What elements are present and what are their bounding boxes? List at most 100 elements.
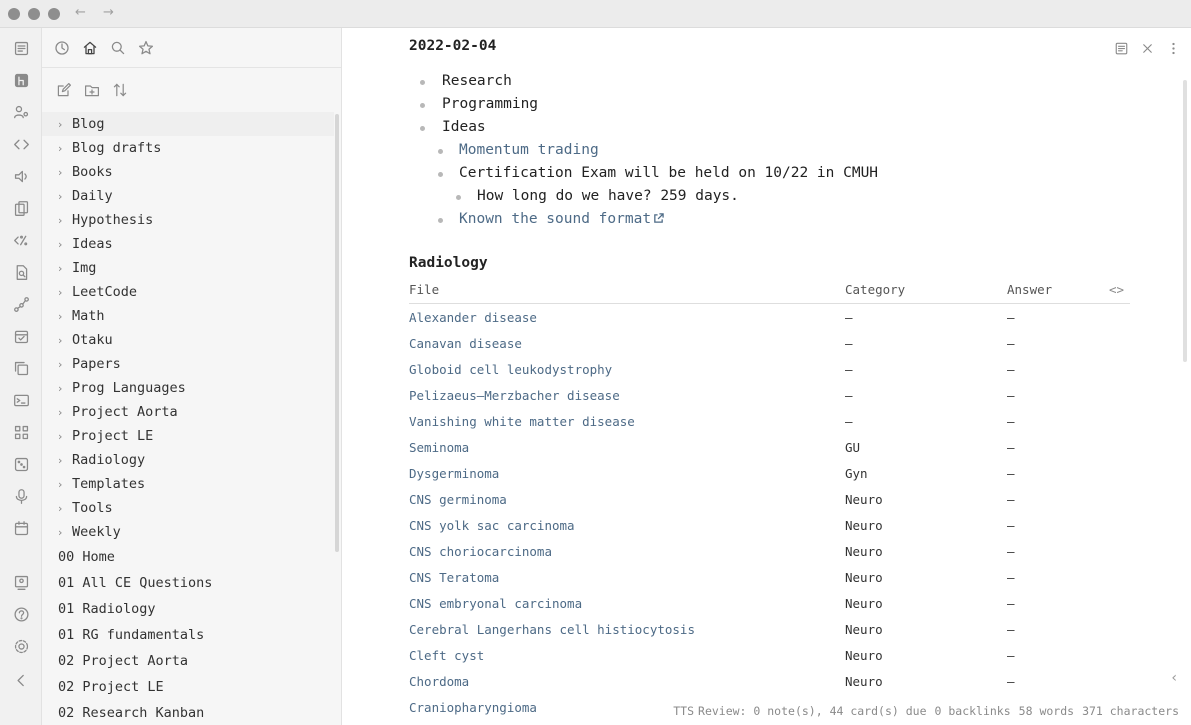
close-icon[interactable] xyxy=(1139,40,1155,56)
folder-item[interactable]: › Img xyxy=(42,256,334,280)
table-cell-file[interactable]: CNS Teratoma xyxy=(409,570,499,585)
hub-icon[interactable] xyxy=(11,70,31,90)
tts-status[interactable]: TTS xyxy=(673,704,694,718)
percent-icon[interactable] xyxy=(11,230,31,250)
folder-item[interactable]: › Books xyxy=(42,160,334,184)
file-item[interactable]: 02 Research Kanban xyxy=(42,700,334,725)
folder-item[interactable]: › LeetCode xyxy=(42,280,334,304)
list-item[interactable]: Programming xyxy=(409,93,1169,116)
folder-item[interactable]: › Math xyxy=(42,304,334,328)
folder-item[interactable]: › Blog drafts xyxy=(42,136,334,160)
graph-person-icon[interactable] xyxy=(11,102,31,122)
table-cell-file[interactable]: CNS germinoma xyxy=(409,492,507,507)
folder-item[interactable]: › Ideas xyxy=(42,232,334,256)
review-status[interactable]: Review: 0 note(s), 44 card(s) due xyxy=(698,704,926,718)
home-icon[interactable] xyxy=(81,39,99,57)
folder-item[interactable]: › Daily xyxy=(42,184,334,208)
minimize-window-button[interactable] xyxy=(28,8,40,20)
back-button[interactable]: ← xyxy=(75,5,86,20)
table-row: Canavan disease – – xyxy=(409,330,1130,356)
table-cell-file[interactable]: Pelizaeus–Merzbacher disease xyxy=(409,388,620,403)
sort-icon[interactable] xyxy=(111,81,129,99)
list-item[interactable]: Research xyxy=(409,70,1169,93)
list-item[interactable]: Certification Exam will be held on 10/22… xyxy=(409,162,1169,185)
table-cell-file[interactable]: Chordoma xyxy=(409,674,469,689)
table-cell-file[interactable]: Seminoma xyxy=(409,440,469,455)
calendar-icon[interactable] xyxy=(11,518,31,538)
folder-item[interactable]: › Papers xyxy=(42,352,334,376)
table-cell-file[interactable]: CNS choriocarcinoma xyxy=(409,544,552,559)
folder-item[interactable]: › Project LE xyxy=(42,424,334,448)
speaker-icon[interactable] xyxy=(11,166,31,186)
backlinks-count[interactable]: 0 backlinks xyxy=(935,704,1011,718)
code-icon[interactable] xyxy=(11,134,31,154)
table-cell-file[interactable]: Alexander disease xyxy=(409,310,537,325)
terminal-icon[interactable] xyxy=(11,390,31,410)
recent-icon[interactable] xyxy=(53,39,71,57)
folder-item[interactable]: › Tools xyxy=(42,496,334,520)
list-item[interactable]: Ideas xyxy=(409,116,1169,139)
graph-icon[interactable] xyxy=(11,294,31,314)
folder-item[interactable]: › Hypothesis xyxy=(42,208,334,232)
table-cell-file[interactable]: CNS embryonal carcinoma xyxy=(409,596,582,611)
folder-item[interactable]: › Weekly xyxy=(42,520,334,544)
help-icon[interactable] xyxy=(11,604,31,624)
zoom-window-button[interactable] xyxy=(48,8,60,20)
folder-item[interactable]: › Blog xyxy=(42,112,334,136)
reading-view-icon[interactable] xyxy=(1113,40,1129,56)
folder-item[interactable]: › Templates xyxy=(42,472,334,496)
apps-icon[interactable] xyxy=(11,422,31,442)
table-cell-file[interactable]: Dysgerminoma xyxy=(409,466,499,481)
search-icon[interactable] xyxy=(109,39,127,57)
folder-item[interactable]: › Project Aorta xyxy=(42,400,334,424)
column-header-category[interactable]: Category xyxy=(845,282,905,297)
list-item[interactable]: How long do we have? 259 days. xyxy=(409,185,1169,208)
file-item[interactable]: 01 Radiology xyxy=(42,596,334,622)
editor-scrollbar[interactable] xyxy=(1183,80,1187,362)
edit-source-code-icon[interactable]: <> xyxy=(1109,282,1124,297)
table-row: CNS embryonal carcinoma Neuro – xyxy=(409,590,1130,616)
microphone-icon[interactable] xyxy=(11,486,31,506)
folder-item[interactable]: › Otaku xyxy=(42,328,334,352)
new-folder-icon[interactable] xyxy=(83,81,101,99)
flashcards-icon[interactable] xyxy=(11,198,31,218)
bullet-dot xyxy=(456,195,461,200)
file-item[interactable]: 00 Home xyxy=(42,544,334,570)
table-cell-file[interactable]: Craniopharyngioma xyxy=(409,700,537,715)
internal-link[interactable]: Momentum trading xyxy=(459,142,599,158)
sidebar-scrollbar[interactable] xyxy=(335,114,339,552)
file-item[interactable]: 01 All CE Questions xyxy=(42,570,334,596)
vault-icon[interactable] xyxy=(11,572,31,592)
file-item[interactable]: 01 RG fundamentals xyxy=(42,622,334,648)
folder-item[interactable]: › Radiology xyxy=(42,448,334,472)
note-title[interactable]: 2022-02-04 xyxy=(409,38,496,54)
list-item[interactable]: Momentum trading xyxy=(409,139,1169,162)
files-icon[interactable] xyxy=(11,38,31,58)
forward-button[interactable]: → xyxy=(103,5,114,20)
table-cell-file[interactable]: Canavan disease xyxy=(409,336,522,351)
collapse-icon[interactable] xyxy=(11,670,31,690)
new-note-icon[interactable] xyxy=(55,81,73,99)
external-link[interactable]: Known the sound format xyxy=(459,211,651,227)
file-item[interactable]: 02 Project Aorta xyxy=(42,648,334,674)
table-cell-file[interactable]: Cleft cyst xyxy=(409,648,484,663)
table-cell-file[interactable]: Globoid cell leukodystrophy xyxy=(409,362,612,377)
star-icon[interactable] xyxy=(137,39,155,57)
close-window-button[interactable] xyxy=(8,8,20,20)
collapse-right-sidebar-icon[interactable]: ‹ xyxy=(1171,670,1177,686)
chevron-right-icon: › xyxy=(58,453,63,467)
folder-item[interactable]: › Prog Languages xyxy=(42,376,334,400)
list-item[interactable]: Known the sound format xyxy=(409,208,1169,231)
table-cell-file[interactable]: Cerebral Langerhans cell histiocytosis xyxy=(409,622,695,637)
search-file-icon[interactable] xyxy=(11,262,31,282)
column-header-file[interactable]: File xyxy=(409,282,439,297)
copy-icon[interactable] xyxy=(11,358,31,378)
table-cell-file[interactable]: Vanishing white matter disease xyxy=(409,414,635,429)
dice-icon[interactable] xyxy=(11,454,31,474)
more-options-icon[interactable] xyxy=(1165,40,1181,56)
settings-icon[interactable] xyxy=(11,636,31,656)
table-cell-file[interactable]: CNS yolk sac carcinoma xyxy=(409,518,575,533)
file-item[interactable]: 02 Project LE xyxy=(42,674,334,700)
column-header-answer[interactable]: Answer xyxy=(1007,282,1052,297)
calendar-check-icon[interactable] xyxy=(11,326,31,346)
